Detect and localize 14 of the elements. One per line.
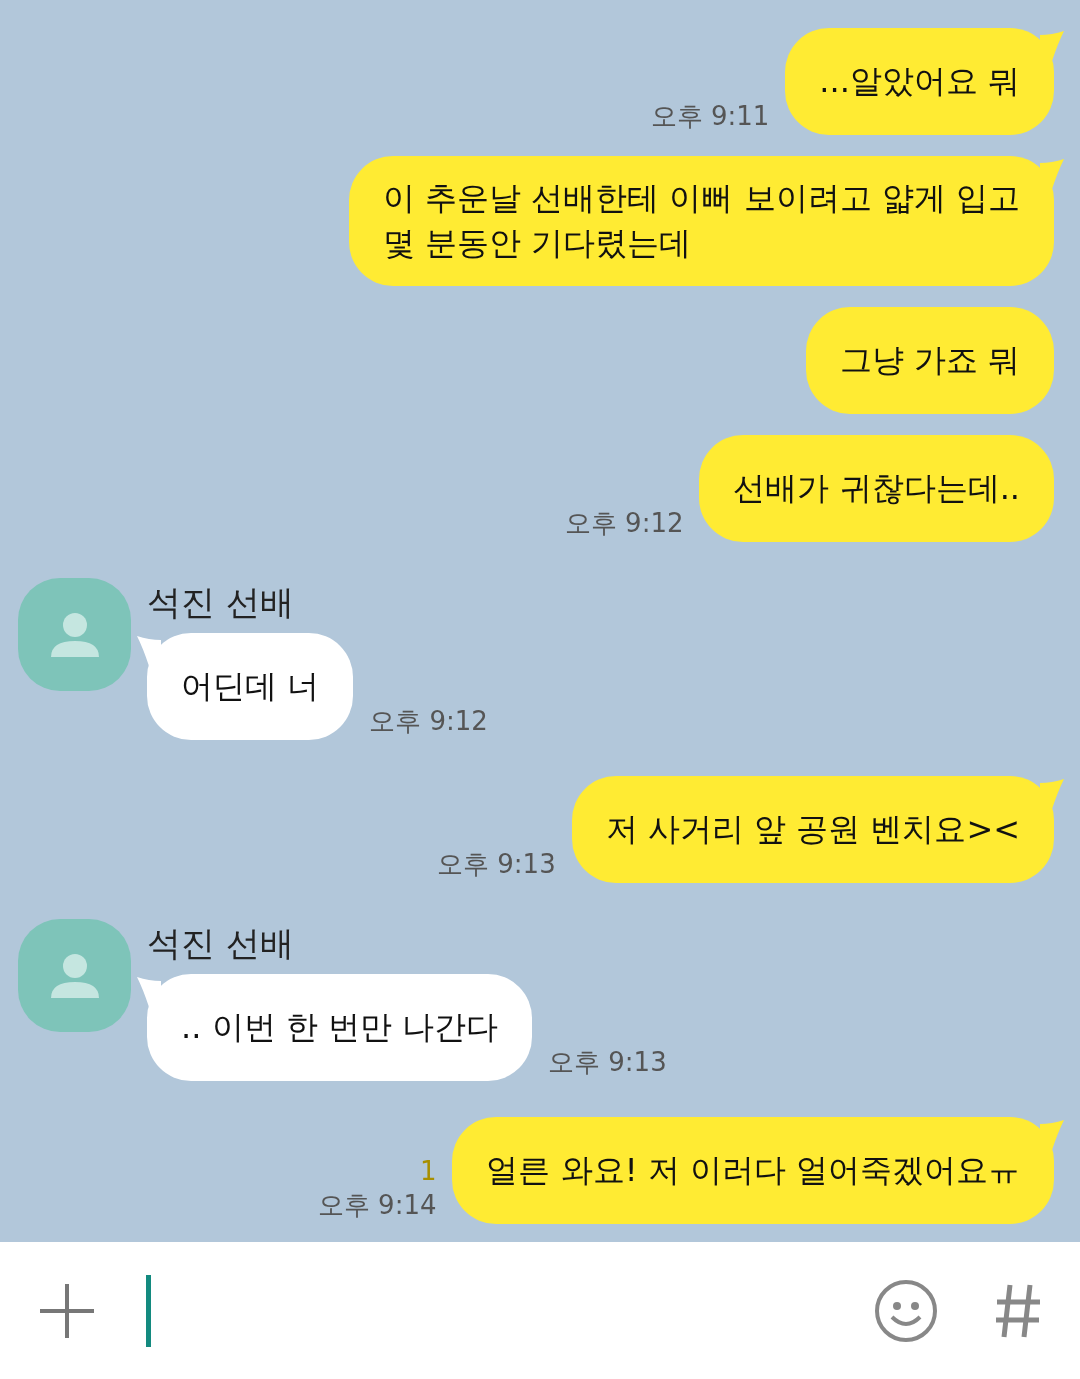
sender-name: 석진 선배	[147, 581, 295, 624]
emoji-icon[interactable]	[874, 1278, 938, 1343]
message-bubble: 선배가 귀찮다는데..	[699, 435, 1054, 542]
message-time: 오후 9:13	[437, 848, 556, 881]
plus-icon[interactable]	[38, 1281, 96, 1340]
message-time: 오후 9:12	[564, 507, 684, 540]
message-bubble: 그냥 가죠 뭐	[805, 307, 1054, 414]
hashtag-icon[interactable]	[994, 1282, 1042, 1339]
sender-name: 석진 선배	[147, 922, 295, 965]
message-time: 오후 9:12	[369, 705, 488, 738]
message-time: 오후 9:11	[650, 100, 770, 133]
unread-count: 1	[419, 1155, 437, 1188]
message-time: 오후 9:14	[317, 1189, 437, 1222]
message-time: 오후 9:13	[548, 1046, 667, 1079]
